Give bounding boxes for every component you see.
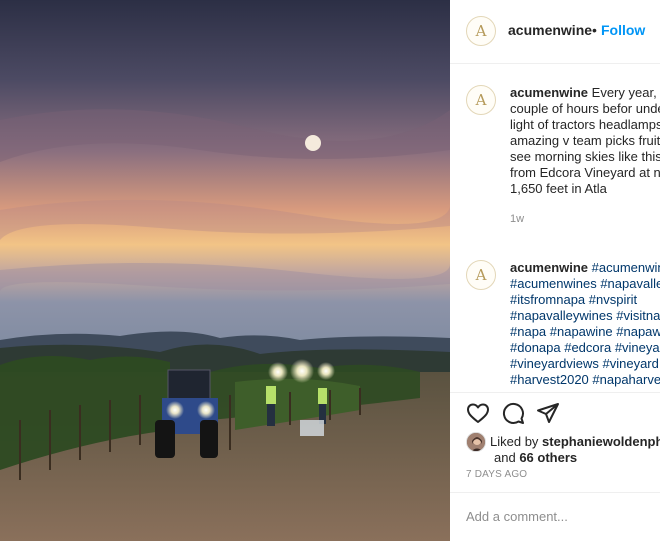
comment-time[interactable]: 1w xyxy=(510,211,660,227)
post-timestamp[interactable]: 7 DAYS AGO xyxy=(466,469,527,480)
avatar[interactable]: A xyxy=(466,85,496,115)
heart-icon[interactable] xyxy=(466,401,490,425)
add-comment-bar xyxy=(450,492,660,541)
comments-list[interactable]: A acumenwine Every year, —a couple of ho… xyxy=(450,65,660,392)
post-header: A acumenwine • Follow xyxy=(450,0,660,64)
post-actions: Liked by stephaniewoldenph and 66 others… xyxy=(450,392,660,492)
liked-by-prefix: Liked by xyxy=(490,434,539,449)
comment-input[interactable] xyxy=(466,505,656,527)
avatar-logo: A xyxy=(475,21,487,40)
share-icon[interactable] xyxy=(536,401,560,425)
liked-others-link[interactable]: 66 others xyxy=(519,450,577,465)
vineyard-harvest-photo xyxy=(0,0,450,541)
liker-avatar[interactable] xyxy=(466,432,486,452)
post-photo[interactable] xyxy=(0,0,450,541)
liked-others-line: and 66 others xyxy=(494,450,577,465)
post-sidebar: A acumenwine • Follow A acumenwine Every… xyxy=(450,0,660,541)
comment-username[interactable]: acumenwine xyxy=(510,85,588,100)
username-link[interactable]: acumenwine xyxy=(508,22,592,38)
avatar-logo: A xyxy=(475,90,487,109)
comment-icon[interactable] xyxy=(501,401,525,425)
liker-photo xyxy=(467,433,485,451)
comment-body: acumenwine #acumenwine #acumenwines #nap… xyxy=(510,260,660,388)
hashtag-list[interactable]: #acumenwine #acumenwines #napavalley #it… xyxy=(510,260,660,387)
follow-button[interactable]: Follow xyxy=(601,22,645,38)
separator-dot: • xyxy=(592,22,597,38)
liked-by-line: Liked by stephaniewoldenph xyxy=(490,434,660,449)
avatar-logo: A xyxy=(475,265,487,284)
liked-by-user[interactable]: stephaniewoldenph xyxy=(542,434,660,449)
liked-and: and xyxy=(494,450,516,465)
comment-text: Every year, —a couple of hours befor und… xyxy=(510,85,660,196)
comment-body: acumenwine Every year, —a couple of hour… xyxy=(510,85,660,227)
avatar[interactable]: A xyxy=(466,16,496,46)
comment-username[interactable]: acumenwine xyxy=(510,260,588,275)
avatar[interactable]: A xyxy=(466,260,496,290)
